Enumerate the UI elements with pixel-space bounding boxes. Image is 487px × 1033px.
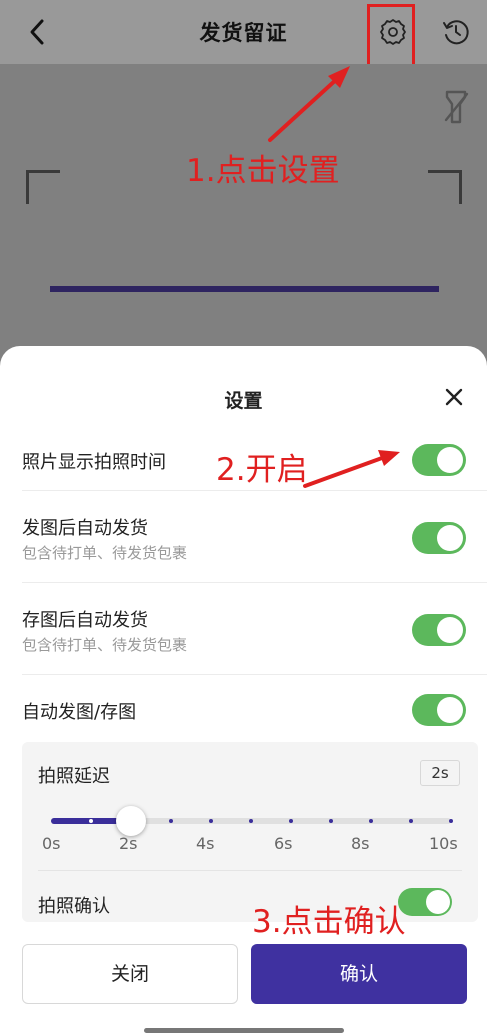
tick-label: 2s (119, 834, 138, 853)
toggle-knob (437, 617, 463, 643)
history-icon[interactable] (441, 17, 471, 47)
slider-tick (409, 819, 413, 823)
photo-delay-label: 拍照延迟 (38, 766, 110, 787)
divider (22, 582, 487, 583)
toggle-knob (437, 447, 463, 473)
close-icon[interactable] (440, 383, 468, 411)
photo-delay-slider[interactable] (51, 806, 453, 836)
tick-label: 10s (429, 834, 458, 853)
toggle-save-auto-ship[interactable] (412, 614, 466, 646)
camera-preview (0, 64, 487, 364)
setting-label-auto-send-save: 自动发图/存图 (22, 702, 137, 723)
toggle-show-time[interactable] (412, 444, 466, 476)
divider (22, 490, 487, 491)
tick-label: 6s (274, 834, 293, 853)
toggle-knob (437, 525, 463, 551)
flash-off-icon[interactable] (440, 88, 472, 126)
slider-tick (329, 819, 333, 823)
photo-confirm-label: 拍照确认 (38, 896, 110, 917)
home-indicator (144, 1028, 344, 1033)
setting-sub-send-auto-ship: 包含待打单、待发货包裹 (22, 544, 188, 562)
photo-delay-panel: 拍照延迟 2s 0s 2s 4s 6s 8s 10s 拍照确认 (22, 742, 478, 922)
scan-corner-top-right (428, 170, 462, 204)
toggle-knob (426, 890, 450, 914)
tick-label: 8s (351, 834, 370, 853)
setting-label-save-auto-ship: 存图后自动发货 (22, 610, 148, 631)
setting-label-send-auto-ship: 发图后自动发货 (22, 518, 148, 539)
slider-tick (369, 819, 373, 823)
photo-delay-value-badge: 2s (420, 760, 460, 786)
slider-tick (169, 819, 173, 823)
scan-line (50, 286, 439, 292)
confirm-button[interactable]: 确认 (251, 944, 467, 1004)
setting-label-show-time: 照片显示拍照时间 (22, 452, 166, 473)
toggle-send-auto-ship[interactable] (412, 522, 466, 554)
divider (38, 870, 462, 871)
sheet-title: 设置 (224, 390, 263, 412)
toggle-photo-confirm[interactable] (398, 888, 452, 916)
slider-tick (89, 819, 93, 823)
slider-handle[interactable] (116, 806, 146, 836)
slider-tick (289, 819, 293, 823)
divider (22, 674, 487, 675)
tick-label: 0s (42, 834, 61, 853)
annotation-step3: 3.点击确认 (252, 904, 406, 940)
annotation-step1: 1.点击设置 (186, 153, 340, 189)
toggle-knob (437, 697, 463, 723)
toggle-auto-send-save[interactable] (412, 694, 466, 726)
slider-tick (249, 819, 253, 823)
annotation-step2: 2.开启 (216, 452, 308, 488)
slider-tick (449, 819, 453, 823)
scan-corner-top-left (26, 170, 60, 204)
slider-tick (209, 819, 213, 823)
settings-highlight-box (367, 4, 415, 67)
tick-label: 4s (196, 834, 215, 853)
close-button[interactable]: 关闭 (22, 944, 238, 1004)
setting-sub-save-auto-ship: 包含待打单、待发货包裹 (22, 636, 188, 654)
